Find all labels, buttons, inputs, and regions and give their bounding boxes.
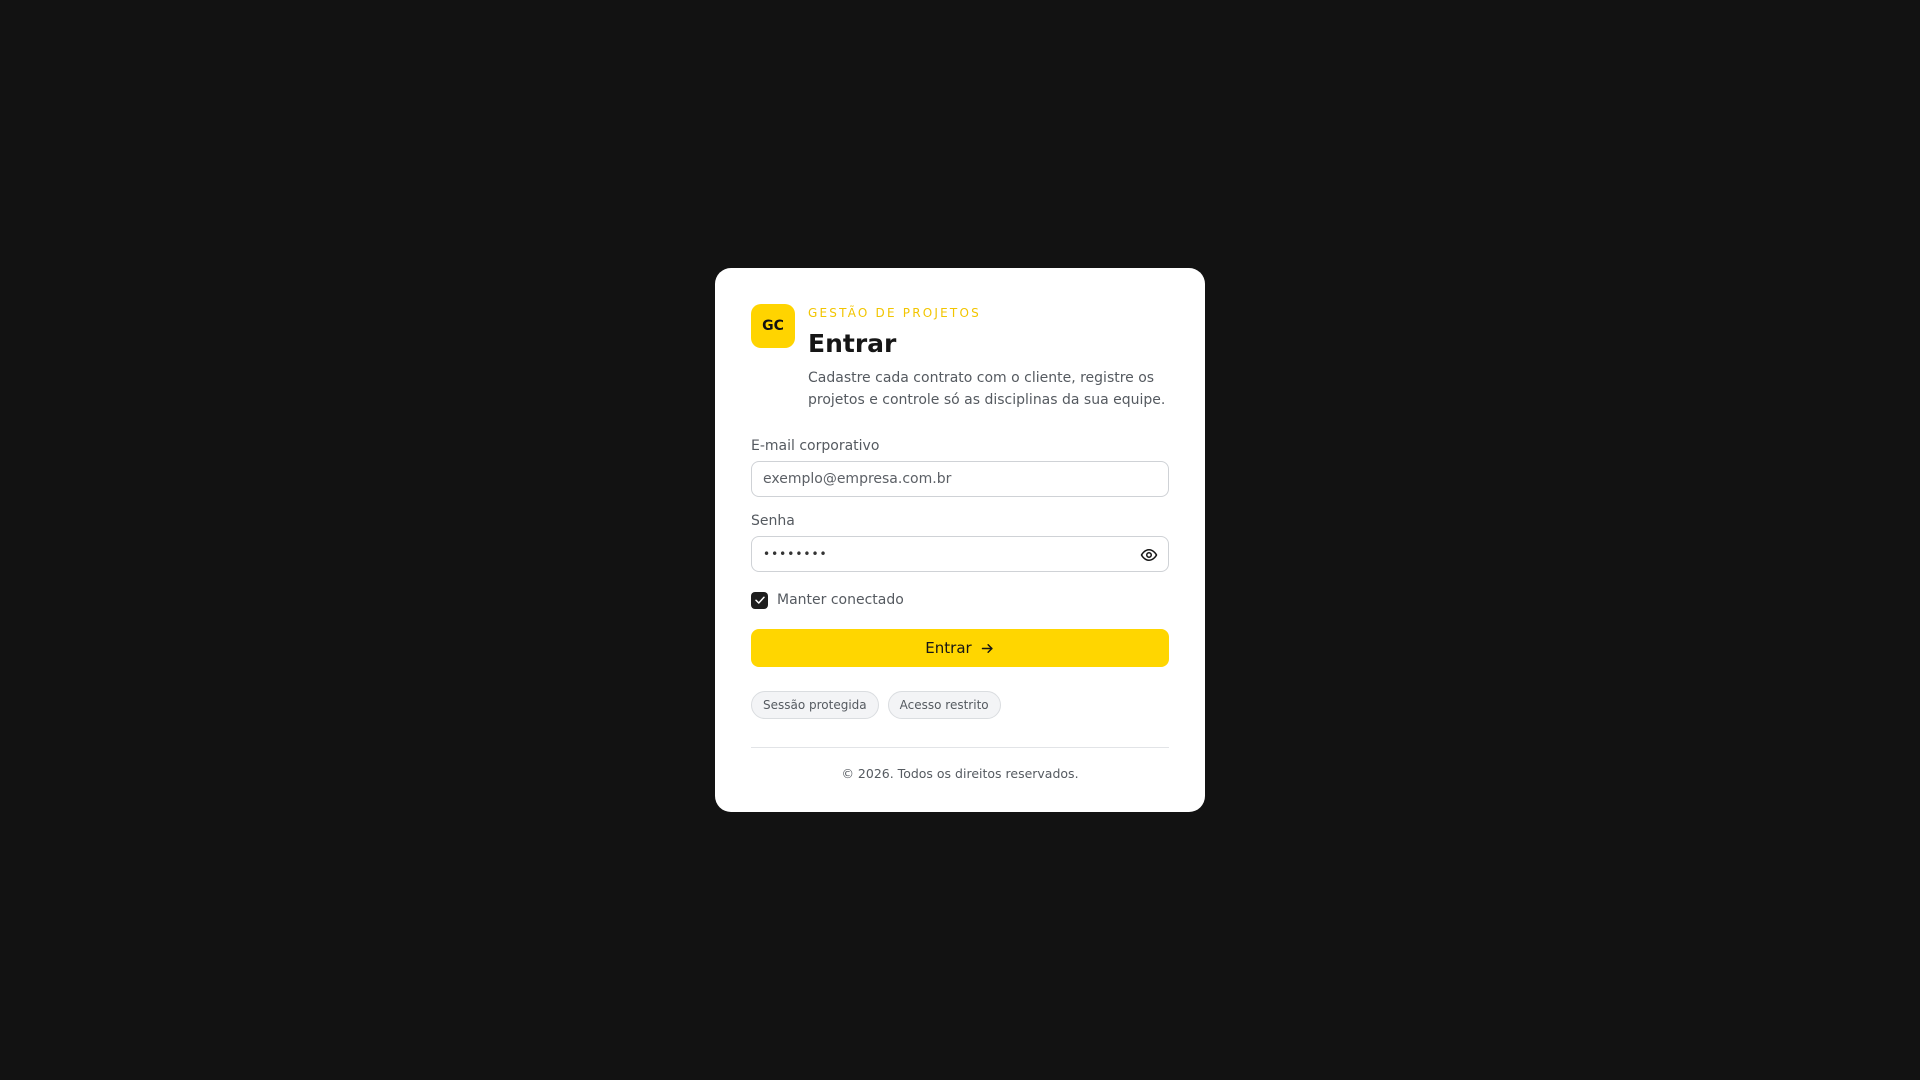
- header-text: GESTÃO DE PROJETOS Entrar Cadastre cada …: [808, 304, 1168, 411]
- copyright-text: © 2026. Todos os direitos reservados.: [841, 766, 1079, 781]
- email-field-wrapper: [751, 461, 1169, 497]
- brand-eyebrow: GESTÃO DE PROJETOS: [808, 306, 981, 320]
- email-label: E-mail corporativo: [751, 438, 880, 454]
- remember-checkbox[interactable]: [751, 591, 768, 609]
- eye-icon[interactable]: [1140, 546, 1158, 564]
- email-field[interactable]: [752, 462, 1168, 496]
- login-card: GC GESTÃO DE PROJETOS Entrar Cadastre ca…: [715, 268, 1205, 812]
- remember-label: Manter conectado: [777, 592, 904, 608]
- password-field[interactable]: [752, 537, 1168, 571]
- page-title: Entrar: [808, 329, 897, 358]
- card-header: GC GESTÃO DE PROJETOS Entrar Cadastre ca…: [751, 304, 1169, 411]
- submit-button[interactable]: Entrar: [751, 629, 1169, 667]
- footer-divider: [751, 747, 1169, 748]
- chip-secure-session: Sessão protegida: [751, 691, 879, 719]
- page-description: Cadastre cada contrato com o cliente, re…: [808, 370, 1166, 408]
- remember-row: Manter conectado: [751, 591, 1169, 609]
- security-chips: Sessão protegida Acesso restrito: [751, 691, 1169, 719]
- checkmark-icon: [754, 596, 765, 604]
- brand-logo: GC: [751, 304, 795, 348]
- password-label: Senha: [751, 513, 795, 529]
- arrow-right-icon: [981, 643, 993, 653]
- submit-button-label: Entrar: [925, 639, 972, 657]
- password-field-wrapper: [751, 536, 1169, 572]
- chip-restricted-access: Acesso restrito: [887, 691, 1001, 719]
